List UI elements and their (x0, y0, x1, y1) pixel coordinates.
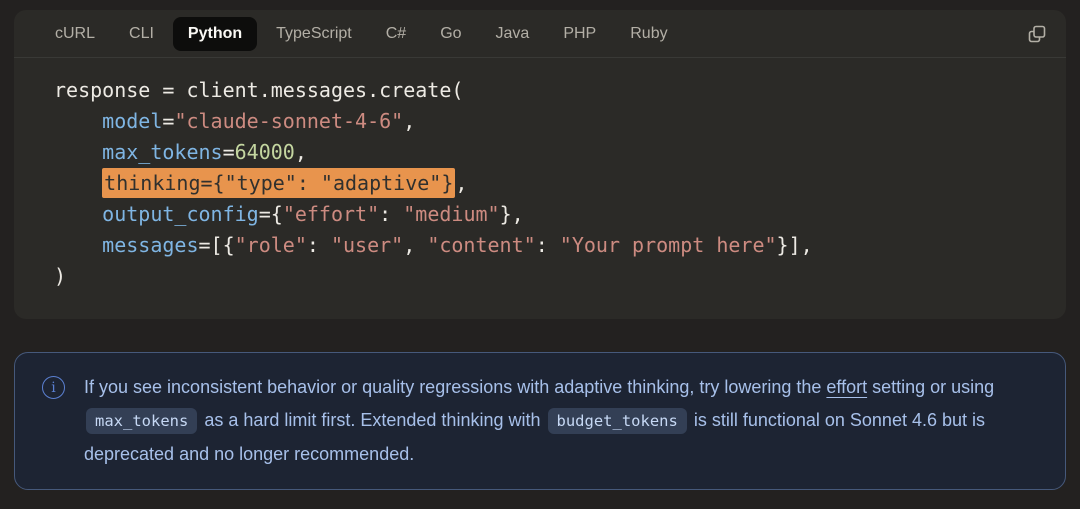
code-line: response = client.messages.create( (54, 75, 1038, 106)
code-token: }], (777, 233, 813, 257)
code-token: "role" (235, 233, 307, 257)
code-line: model="claude-sonnet-4-6", (54, 106, 1038, 137)
code-token: : (379, 202, 403, 226)
tab-cli[interactable]: CLI (114, 17, 169, 51)
code-line: max_tokens=64000, (54, 137, 1038, 168)
inline-code: max_tokens (86, 408, 197, 434)
code-token: "content" (427, 233, 535, 257)
page: cURLCLIPythonTypeScriptC#GoJavaPHPRuby r… (0, 10, 1080, 490)
code-token: model (102, 109, 162, 133)
code-token: max_tokens (102, 140, 222, 164)
code-block-card: cURLCLIPythonTypeScriptC#GoJavaPHPRuby r… (14, 10, 1066, 319)
callout-text-segment: setting or using (867, 377, 994, 397)
code-token: "Your prompt here" (560, 233, 777, 257)
callout-text: If you see inconsistent behavior or qual… (84, 371, 1041, 471)
code-token: , (403, 109, 415, 133)
code-token: , (455, 171, 467, 195)
code-line: thinking={"type": "adaptive"}, (54, 168, 1038, 199)
effort-link[interactable]: effort (826, 377, 867, 397)
callout-text-segment: If you see inconsistent behavior or qual… (84, 377, 826, 397)
code-token: "claude-sonnet-4-6" (174, 109, 403, 133)
code-line: ) (54, 261, 1038, 292)
info-icon: i (42, 376, 65, 399)
code-token: messages (102, 233, 198, 257)
tab-php[interactable]: PHP (548, 17, 611, 51)
code-token: : (307, 233, 331, 257)
code-token: ) (54, 264, 66, 288)
code-token (54, 202, 102, 226)
code-editor[interactable]: response = client.messages.create( model… (14, 58, 1066, 319)
code-token: 64000 (235, 140, 295, 164)
code-token: = (223, 140, 235, 164)
tab-java[interactable]: Java (481, 17, 545, 51)
tab-go[interactable]: Go (425, 17, 476, 51)
code-token (54, 233, 102, 257)
code-token (54, 171, 102, 195)
tab-curl[interactable]: cURL (40, 17, 110, 51)
code-token: response = client.messages.create( (54, 78, 463, 102)
code-token: "user" (331, 233, 403, 257)
code-token: , (295, 140, 307, 164)
highlighted-code: thinking={"type": "adaptive"} (102, 168, 455, 198)
info-callout: i If you see inconsistent behavior or qu… (14, 352, 1066, 490)
code-token: = (162, 109, 174, 133)
code-token: "effort" (283, 202, 379, 226)
tab-typescript[interactable]: TypeScript (261, 17, 367, 51)
code-token (54, 109, 102, 133)
code-token: "medium" (403, 202, 499, 226)
language-tabs: cURLCLIPythonTypeScriptC#GoJavaPHPRuby (40, 17, 1022, 51)
code-token: , (403, 233, 427, 257)
copy-code-button[interactable] (1022, 19, 1052, 49)
code-token: =[{ (199, 233, 235, 257)
language-tab-bar: cURLCLIPythonTypeScriptC#GoJavaPHPRuby (14, 10, 1066, 58)
copy-icon (1026, 23, 1048, 45)
code-token: output_config (102, 202, 259, 226)
code-token: }, (500, 202, 524, 226)
code-token: ={ (259, 202, 283, 226)
code-token (54, 140, 102, 164)
code-token: : (536, 233, 560, 257)
tab-python[interactable]: Python (173, 17, 257, 51)
callout-text-segment: as a hard limit first. Extended thinking… (199, 410, 545, 430)
inline-code: budget_tokens (548, 408, 687, 434)
tab-ruby[interactable]: Ruby (615, 17, 682, 51)
code-line: messages=[{"role": "user", "content": "Y… (54, 230, 1038, 261)
code-line: output_config={"effort": "medium"}, (54, 199, 1038, 230)
tab-c[interactable]: C# (371, 17, 421, 51)
